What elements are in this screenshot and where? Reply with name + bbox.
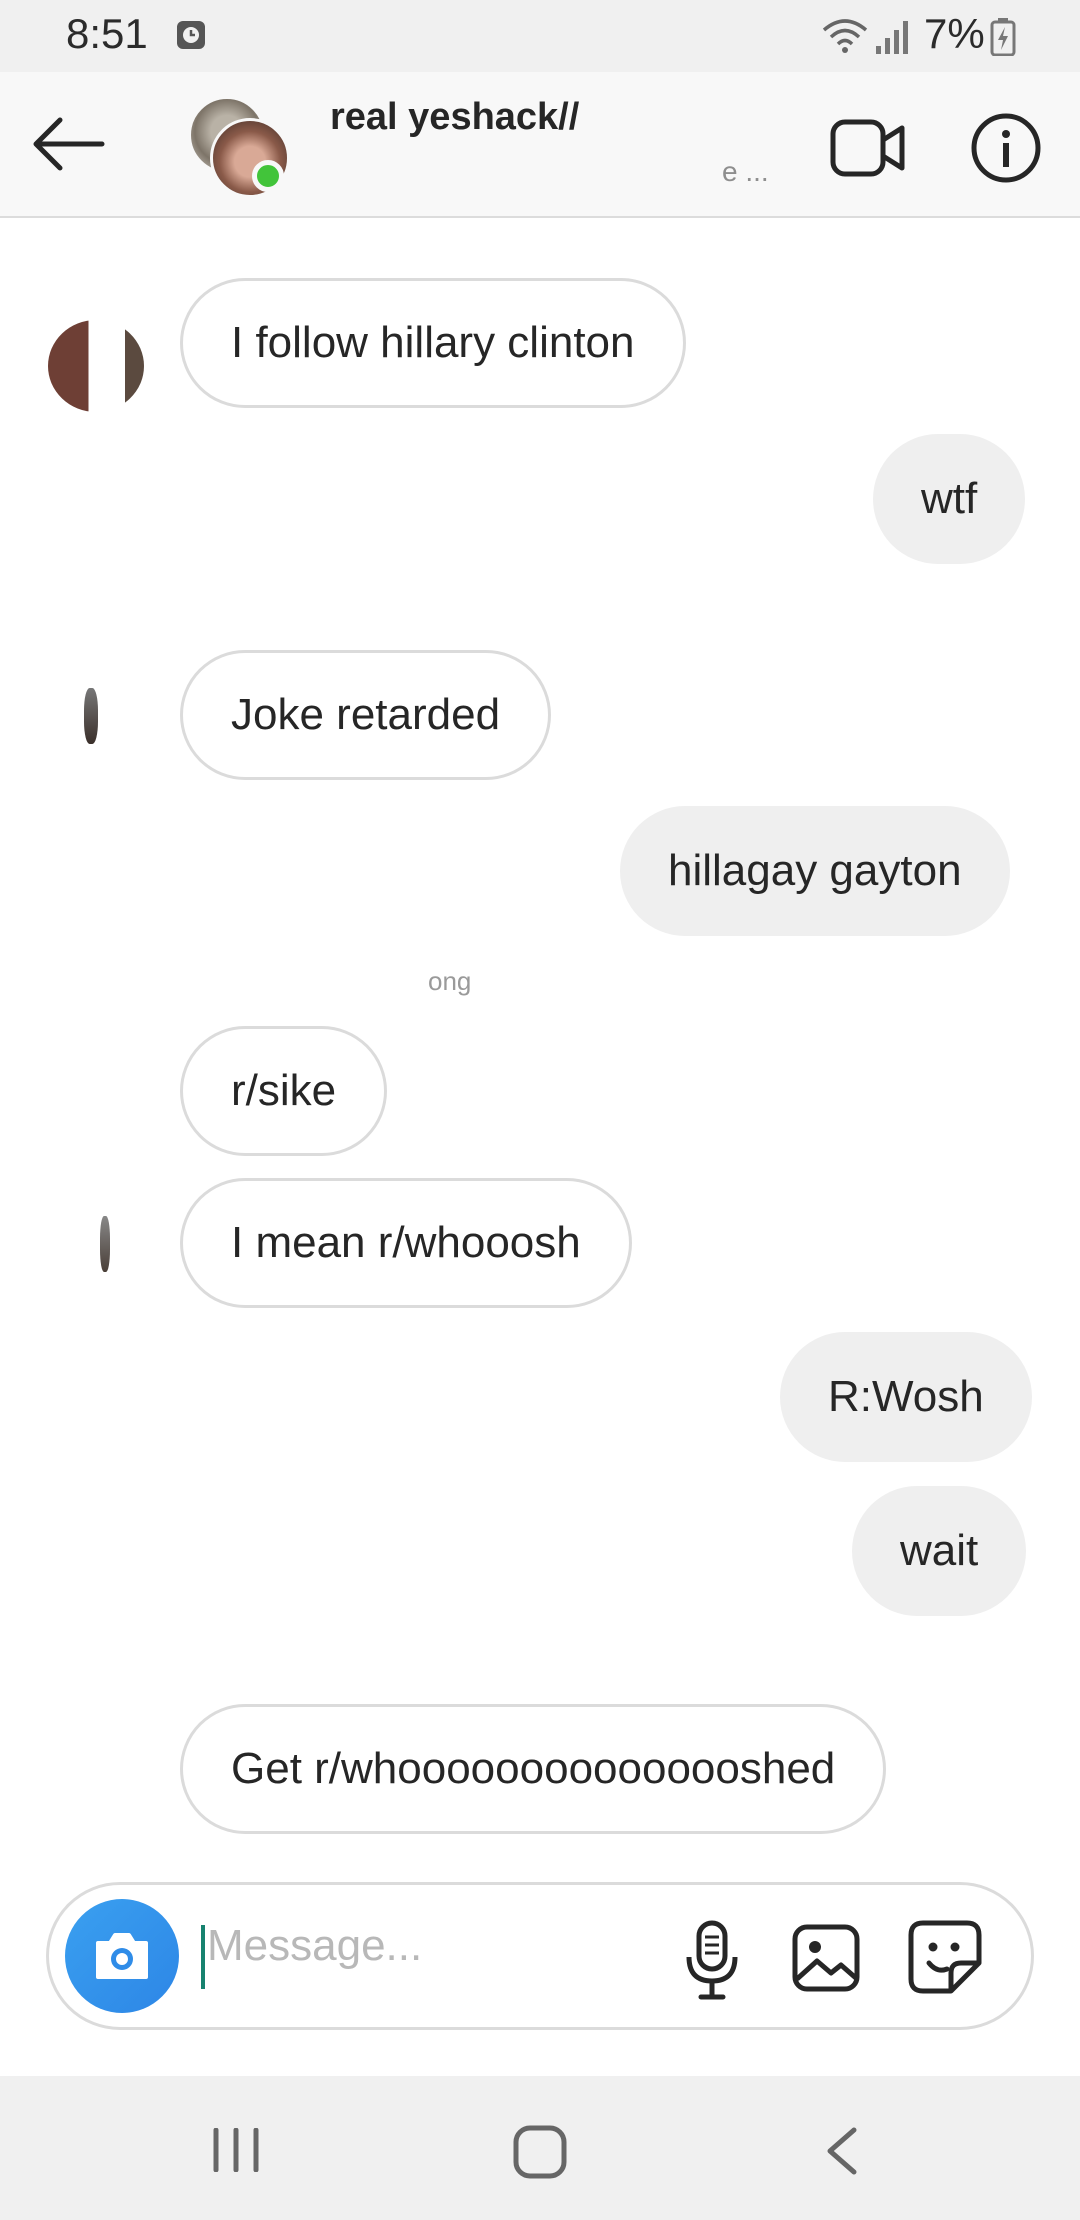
online-status-dot	[252, 160, 284, 192]
message-bubble-outgoing[interactable]: wtf	[873, 434, 1026, 564]
message-bubble-incoming[interactable]: I mean r/whooosh	[180, 1178, 632, 1308]
contact-status: e ...	[722, 156, 769, 187]
timestamp: ong	[428, 966, 472, 996]
message-input[interactable]: Message...	[207, 1921, 422, 1971]
wifi-icon	[822, 19, 868, 53]
sender-avatar	[48, 320, 144, 412]
status-bar: 8:51 7%	[0, 0, 1080, 72]
camera-button[interactable]	[65, 1899, 179, 2013]
sticker-icon[interactable]	[907, 1919, 983, 1995]
chat-header: real yeshack// e ...	[0, 72, 1080, 218]
alarm-icon	[177, 21, 205, 49]
message-bubble-incoming[interactable]: I follow hillary clinton	[180, 278, 686, 408]
message-bubble-outgoing[interactable]: R:Wosh	[780, 1332, 1032, 1462]
battery-charging-icon	[990, 18, 1016, 56]
info-icon[interactable]	[970, 112, 1042, 184]
message-bubble-incoming[interactable]: r/sike	[180, 1026, 388, 1156]
gallery-icon[interactable]	[791, 1923, 861, 1993]
video-call-icon[interactable]	[830, 116, 906, 180]
system-nav-bar	[0, 2076, 1080, 2220]
sender-avatar	[84, 688, 98, 744]
nav-back-icon[interactable]	[822, 2126, 860, 2176]
sender-avatar	[100, 1216, 110, 1272]
camera-icon	[96, 1933, 148, 1979]
message-composer: Message...	[46, 1882, 1034, 2030]
contact-avatar[interactable]	[188, 96, 298, 200]
status-time: 8:51	[66, 10, 148, 57]
home-icon[interactable]	[512, 2124, 568, 2180]
back-arrow-icon[interactable]	[30, 112, 106, 176]
message-bubble-incoming[interactable]: Joke retarded	[180, 650, 552, 780]
message-bubble-outgoing[interactable]: wait	[852, 1486, 1027, 1616]
message-bubble-incoming[interactable]: Get r/whooooooooooooooshed	[180, 1704, 887, 1834]
text-cursor	[201, 1925, 205, 1989]
contact-name[interactable]: real yeshack//	[330, 96, 579, 139]
message-bubble-outgoing[interactable]: hillagay gayton	[620, 806, 1010, 936]
recent-apps-icon[interactable]	[210, 2128, 262, 2172]
battery-percent: 7%	[924, 10, 985, 57]
signal-icon	[876, 21, 908, 54]
microphone-icon[interactable]	[681, 1919, 743, 2001]
